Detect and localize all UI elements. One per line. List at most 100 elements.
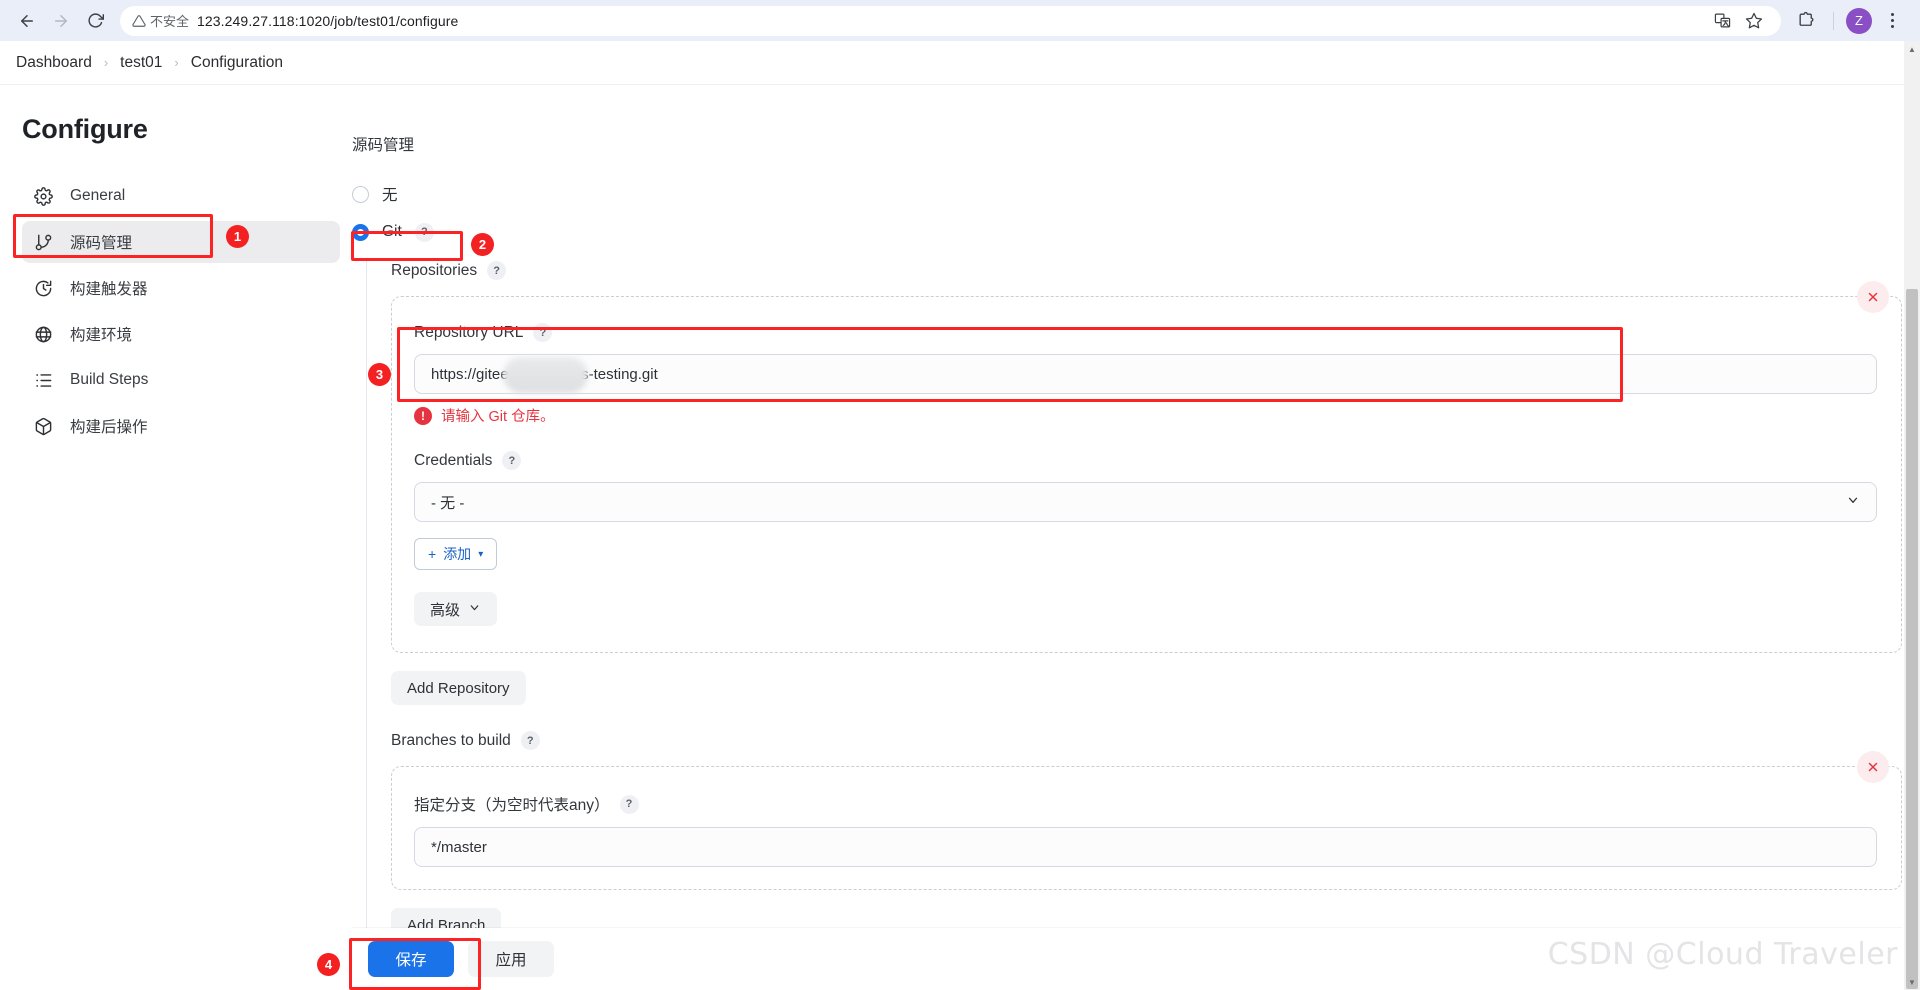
chevron-right-icon: ›: [174, 55, 179, 70]
credentials-label: Credentials: [414, 451, 493, 469]
plus-icon: +: [428, 546, 437, 562]
browser-actions: Z: [1791, 6, 1910, 36]
help-icon[interactable]: ?: [487, 261, 507, 280]
branch-panel: 指定分支（为空时代表any） ? */master: [391, 751, 1902, 890]
sidebar-item-label: 构建触发器: [70, 281, 148, 298]
radio-none-label: 无: [382, 187, 398, 204]
toolbar-divider: [1833, 11, 1834, 30]
add-credentials-button[interactable]: + 添加 ▾: [414, 538, 498, 570]
branches-label: Branches to build: [391, 731, 511, 749]
help-icon[interactable]: ?: [619, 794, 639, 814]
sidebar-item-label: 源码管理: [70, 235, 133, 252]
apply-button[interactable]: 应用: [468, 941, 554, 977]
sidebar-item-build-steps[interactable]: Build Steps: [22, 359, 340, 401]
sidebar-item-scm[interactable]: 源码管理: [22, 221, 340, 263]
error-exclamation-icon: !: [414, 406, 432, 425]
sidebar: Configure General 源码管理 构建触发器 构建环境 Build …: [0, 86, 340, 451]
list-icon: [32, 369, 54, 391]
chevron-right-icon: ›: [103, 55, 109, 70]
help-icon[interactable]: ?: [414, 222, 434, 242]
close-x-icon[interactable]: [1857, 281, 1889, 313]
sidebar-item-label: Build Steps: [70, 371, 149, 388]
credentials-value: - 无 -: [431, 494, 465, 512]
scroll-up-icon[interactable]: ▲: [1904, 41, 1920, 57]
error-text: 请输入 Git 仓库。: [441, 409, 555, 425]
advanced-label: 高级: [430, 601, 461, 619]
branch-spec-value: */master: [431, 838, 487, 856]
box-icon: [32, 415, 54, 437]
sidebar-item-build-environment[interactable]: 构建环境: [22, 313, 340, 355]
arrow-left-icon: [21, 14, 33, 27]
credentials-label-row: Credentials ?: [414, 451, 1877, 470]
page-title: Configure: [22, 114, 148, 144]
sidebar-item-label: 构建环境: [70, 327, 133, 344]
annotation-number-3: 3: [368, 363, 391, 386]
repository-url-input[interactable]: https://gitee.com/ :nkins-testing.git: [414, 354, 1877, 394]
section-heading: 源码管理: [352, 137, 415, 154]
breadcrumb-item-dashboard[interactable]: Dashboard: [16, 54, 92, 72]
repository-url-label-row: Repository URL ?: [414, 323, 1877, 342]
page-body: Dashboard › test01 › Configuration Confi…: [0, 41, 1920, 990]
breadcrumb: Dashboard › test01 › Configuration: [0, 41, 1920, 85]
breadcrumb-item-test01[interactable]: test01: [120, 54, 162, 72]
help-icon[interactable]: ?: [533, 323, 553, 342]
help-icon[interactable]: ?: [520, 731, 540, 750]
git-branch-icon: [32, 231, 54, 253]
gear-icon: [32, 185, 54, 207]
branch-spec-label: 指定分支（为空时代表any）: [414, 797, 610, 814]
radio-option-git[interactable]: Git ?: [352, 219, 1902, 245]
help-icon[interactable]: ?: [502, 451, 522, 470]
add-repository-button[interactable]: Add Repository: [391, 671, 526, 705]
back-button[interactable]: [10, 4, 44, 38]
radio-option-none[interactable]: 无: [352, 181, 1902, 207]
avatar[interactable]: Z: [1846, 7, 1872, 34]
address-bar[interactable]: 不安全 123.249.27.118:1020/job/test01/confi…: [120, 5, 1781, 36]
branch-spec-input[interactable]: */master: [414, 827, 1877, 867]
branch-spec-label-row: 指定分支（为空时代表any） ?: [414, 793, 1877, 815]
sidebar-item-label: 构建后操作: [70, 419, 148, 436]
close-x-icon[interactable]: [1857, 751, 1889, 783]
security-chip[interactable]: 不安全: [132, 11, 197, 30]
star-icon[interactable]: [1739, 6, 1769, 36]
clock-icon: [32, 277, 54, 299]
radio-git[interactable]: [352, 223, 369, 241]
repository-url-label: Repository URL: [414, 323, 524, 341]
caret-down-icon: ▾: [478, 548, 484, 560]
advanced-button[interactable]: 高级: [414, 592, 498, 626]
security-label: 不安全: [150, 14, 190, 29]
sidebar-item-general[interactable]: General: [22, 175, 340, 217]
warning-triangle-icon: [132, 14, 146, 27]
repositories-label: Repositories: [391, 261, 478, 279]
repositories-label-row: Repositories ?: [391, 261, 1902, 280]
annotation-number-1: 1: [226, 225, 249, 248]
annotation-number-4: 4: [317, 953, 340, 976]
scrollbar-thumb[interactable]: [1906, 289, 1918, 989]
radio-git-label: Git: [382, 223, 402, 240]
save-button[interactable]: 保存: [368, 941, 454, 977]
add-credentials-label: 添加: [443, 546, 472, 562]
sidebar-item-post-build[interactable]: 构建后操作: [22, 405, 340, 447]
repository-url-error: ! 请输入 Git 仓库。: [414, 405, 1877, 426]
watermark: CSDN @Cloud Traveler: [1547, 937, 1898, 972]
kebab-menu-icon[interactable]: [1878, 7, 1906, 35]
redaction-overlay: [503, 357, 588, 393]
chevron-down-icon: [468, 601, 481, 618]
scroll-down-icon[interactable]: ▼: [1904, 974, 1920, 990]
translate-icon[interactable]: [1707, 6, 1737, 36]
page-scrollbar[interactable]: ▲ ▼: [1904, 41, 1920, 990]
git-settings-group: Repositories ? Repository URL ? https://…: [366, 261, 1902, 988]
sidebar-item-build-triggers[interactable]: 构建触发器: [22, 267, 340, 309]
sidebar-item-label: General: [70, 187, 126, 204]
branches-label-row: Branches to build ?: [391, 731, 1902, 750]
puzzle-icon[interactable]: [1791, 6, 1821, 36]
repository-panel: Repository URL ? https://gitee.com/ :nki…: [391, 281, 1902, 653]
breadcrumb-item-configuration[interactable]: Configuration: [191, 54, 283, 72]
credentials-select[interactable]: - 无 -: [414, 482, 1877, 522]
chevron-down-icon: [1846, 493, 1860, 511]
radio-none[interactable]: [352, 185, 369, 203]
reload-icon: [87, 13, 104, 28]
browser-toolbar: 不安全 123.249.27.118:1020/job/test01/confi…: [0, 0, 1920, 41]
forward-button[interactable]: [44, 4, 78, 38]
annotation-number-2: 2: [471, 233, 494, 256]
reload-button[interactable]: [78, 4, 112, 38]
